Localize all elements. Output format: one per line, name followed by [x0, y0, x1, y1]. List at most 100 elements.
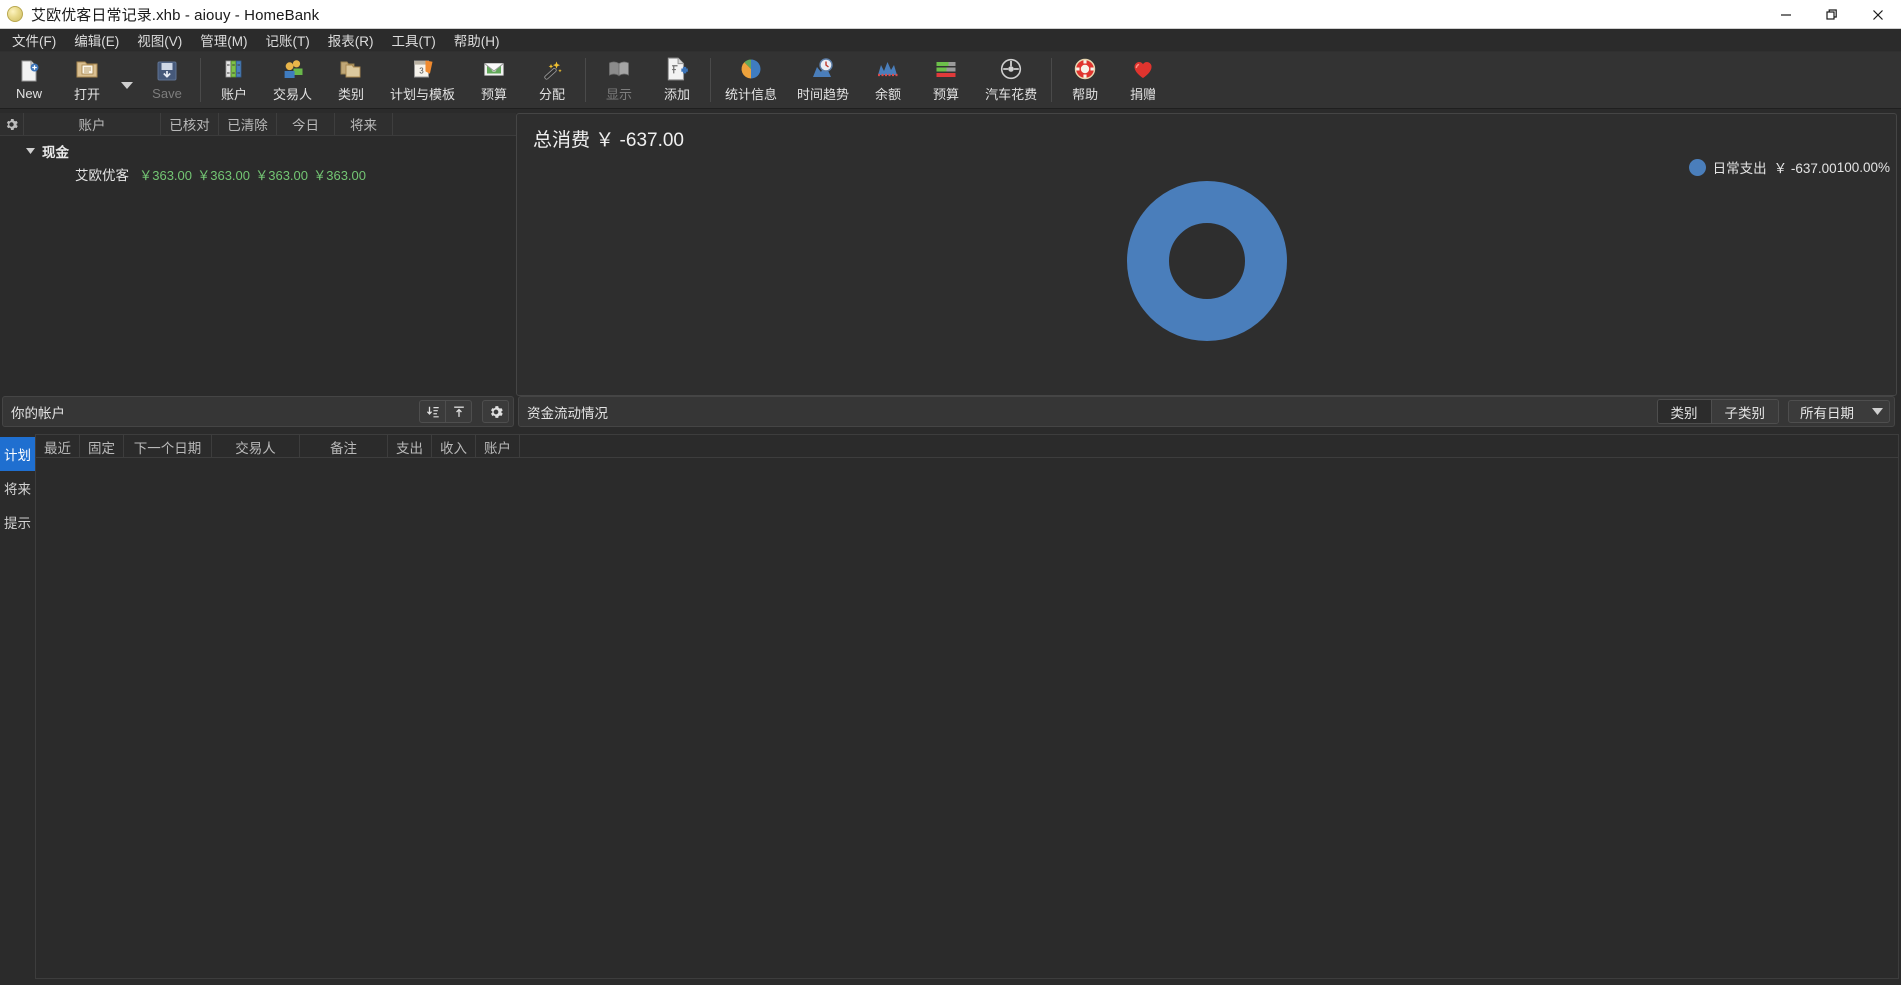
toolbar-help-button[interactable]: 帮助: [1056, 52, 1114, 108]
toolbar-car-cost-button[interactable]: 汽车花费: [975, 52, 1047, 108]
toolbar-budget-envelope-label: 预算: [481, 87, 508, 102]
scheduled-column-expense[interactable]: 支出: [388, 435, 432, 458]
toolbar-scheduler-label: 计划与模板: [390, 87, 456, 102]
menu-transactions[interactable]: 记账(T): [257, 27, 319, 53]
toolbar-car-cost-label: 汽车花费: [985, 87, 1038, 102]
toolbar-scheduler-button[interactable]: 3 计划与模板: [380, 52, 465, 108]
accounts-column-filler: [393, 113, 516, 135]
accounts-column-gear[interactable]: [0, 113, 24, 135]
chart-footer-title: 资金流动情况: [527, 405, 608, 421]
chart-date-range-select[interactable]: 所有日期: [1788, 400, 1890, 423]
account-name: 艾欧优客: [75, 168, 129, 183]
chart-legend: 日常支出 ￥ -637.00 100.00%: [1688, 157, 1890, 177]
accounts-settings-button[interactable]: [482, 400, 509, 423]
toolbar-budget-button[interactable]: 预算: [917, 52, 975, 108]
toolbar-donate-label: 捐赠: [1130, 87, 1157, 102]
menu-edit[interactable]: 编辑(E): [65, 27, 128, 53]
chart-date-range-value: 所有日期: [1800, 405, 1854, 421]
menu-tools[interactable]: 工具(T): [383, 27, 445, 53]
scheduled-column-fixed[interactable]: 固定: [80, 435, 124, 458]
menu-file[interactable]: 文件(F): [3, 27, 65, 53]
accounts-column-cleared[interactable]: 已清除: [219, 113, 277, 135]
toolbar-categories-button[interactable]: 类别: [322, 52, 380, 108]
toolbar-open-dropdown-arrow[interactable]: [116, 52, 138, 108]
bottom-pane: 计划 将来 提示 最近 固定 下一个日期 交易人 备注 支出 收入 账户: [0, 430, 1901, 981]
payees-people-icon: [280, 56, 306, 82]
toolbar-show-button[interactable]: 显示: [590, 52, 648, 108]
accounts-column-reconciled[interactable]: 已核对: [161, 113, 219, 135]
toolbar-budget-label: 预算: [933, 87, 960, 102]
scheduled-column-recent[interactable]: 最近: [36, 435, 80, 458]
categories-folders-icon: [338, 56, 364, 82]
toolbar-payees-button[interactable]: 交易人: [263, 52, 322, 108]
scheduled-panel: 最近 固定 下一个日期 交易人 备注 支出 收入 账户: [35, 430, 1901, 981]
legend-color-swatch: [1688, 158, 1706, 176]
chart-group-category-button[interactable]: 类别: [1657, 400, 1711, 423]
window-controls: [1763, 0, 1901, 29]
scheduled-column-nextdate[interactable]: 下一个日期: [124, 435, 212, 458]
toolbar-show-label: 显示: [606, 87, 633, 102]
scheduled-header-row: 最近 固定 下一个日期 交易人 备注 支出 收入 账户: [36, 435, 1898, 458]
menu-help[interactable]: 帮助(H): [445, 27, 509, 53]
scheduled-column-payee[interactable]: 交易人: [212, 435, 300, 458]
minimize-icon[interactable]: [1763, 0, 1809, 29]
toolbar-new-button[interactable]: New: [0, 52, 58, 108]
toolbar-assign-button[interactable]: 分配: [523, 52, 581, 108]
toolbar-separator: [710, 58, 712, 102]
help-lifering-icon: [1072, 56, 1098, 82]
toolbar-accounts-button[interactable]: 账户: [205, 52, 263, 108]
menu-manage[interactable]: 管理(M): [191, 27, 256, 53]
toolbar-balance-label: 余额: [875, 87, 902, 102]
chart-footer: 资金流动情况 类别 子类别 所有日期: [518, 396, 1895, 427]
toolbar-add-label: 添加: [664, 87, 691, 102]
menu-view[interactable]: 视图(V): [128, 27, 191, 53]
toolbar-donate-button[interactable]: 捐赠: [1114, 52, 1172, 108]
scheduler-calendar-icon: 3: [410, 56, 436, 82]
collapse-rows-icon[interactable]: [419, 400, 446, 423]
account-group-row[interactable]: 现金: [0, 140, 516, 162]
chart-pane: 总消费 ￥ -637.00 日常支出 ￥ -637.00 100.00% 资金流…: [516, 113, 1899, 430]
statistics-chart[interactable]: 总消费 ￥ -637.00 日常支出 ￥ -637.00 100.00%: [516, 113, 1897, 396]
toolbar-separator: [585, 58, 587, 102]
toolbar-new-label: New: [15, 86, 42, 101]
gear-icon: [490, 405, 503, 418]
new-file-icon: [16, 58, 42, 84]
statistics-pie-icon: [738, 56, 764, 82]
menu-bar: 文件(F) 编辑(E) 视图(V) 管理(M) 记账(T) 报表(R) 工具(T…: [0, 29, 1901, 52]
toolbar-statistics-button[interactable]: 统计信息: [715, 52, 787, 108]
toolbar-trend-label: 时间趋势: [797, 87, 850, 102]
accounts-column-today[interactable]: 今日: [277, 113, 335, 135]
scheduled-column-memo[interactable]: 备注: [300, 435, 388, 458]
expand-rows-icon[interactable]: [445, 400, 472, 423]
toolbar-add-button[interactable]: 添加: [648, 52, 706, 108]
toolbar-open-button[interactable]: 打开: [58, 52, 116, 108]
toolbar-accounts-label: 账户: [220, 87, 247, 102]
account-row[interactable]: 艾欧优客 ￥363.00 ￥363.00 ￥363.00 ￥363.00: [0, 163, 516, 185]
chart-group-subcategory-button[interactable]: 子类别: [1710, 400, 1778, 423]
triangle-down-icon[interactable]: [26, 148, 35, 154]
scheduled-table[interactable]: 最近 固定 下一个日期 交易人 备注 支出 收入 账户: [35, 434, 1899, 979]
toolbar-balance-button[interactable]: 余额: [859, 52, 917, 108]
toolbar-budget-envelope-button[interactable]: 预算: [465, 52, 523, 108]
scheduled-column-account[interactable]: 账户: [476, 435, 520, 458]
toolbar-save-button[interactable]: Save: [138, 52, 196, 108]
tab-future[interactable]: 将来: [0, 471, 35, 505]
accounts-binders-icon: [221, 56, 247, 82]
close-icon[interactable]: [1855, 0, 1901, 29]
bottom-vertical-tabs: 计划 将来 提示: [0, 430, 35, 981]
scheduled-column-income[interactable]: 收入: [432, 435, 476, 458]
donut-slice-daily-expense: [1126, 180, 1287, 341]
tab-scheduled[interactable]: 计划: [0, 437, 35, 471]
accounts-tree[interactable]: 现金 艾欧优客 ￥363.00 ￥363.00 ￥363.00 ￥363.00: [0, 136, 516, 396]
accounts-column-name[interactable]: 账户: [24, 113, 161, 135]
maximize-icon[interactable]: [1809, 0, 1855, 29]
accounts-header-row: 账户 已核对 已清除 今日 将来: [0, 113, 516, 136]
scheduled-table-body[interactable]: [36, 458, 1898, 978]
tab-tips[interactable]: 提示: [0, 505, 35, 539]
accounts-column-future[interactable]: 将来: [335, 113, 393, 135]
legend-value: ￥ -637.00: [1773, 161, 1837, 176]
toolbar-trend-button[interactable]: 时间趋势: [787, 52, 859, 108]
toolbar-open-label: 打开: [73, 87, 100, 102]
account-group-label: 现金: [42, 145, 69, 160]
menu-reports[interactable]: 报表(R): [319, 27, 383, 53]
